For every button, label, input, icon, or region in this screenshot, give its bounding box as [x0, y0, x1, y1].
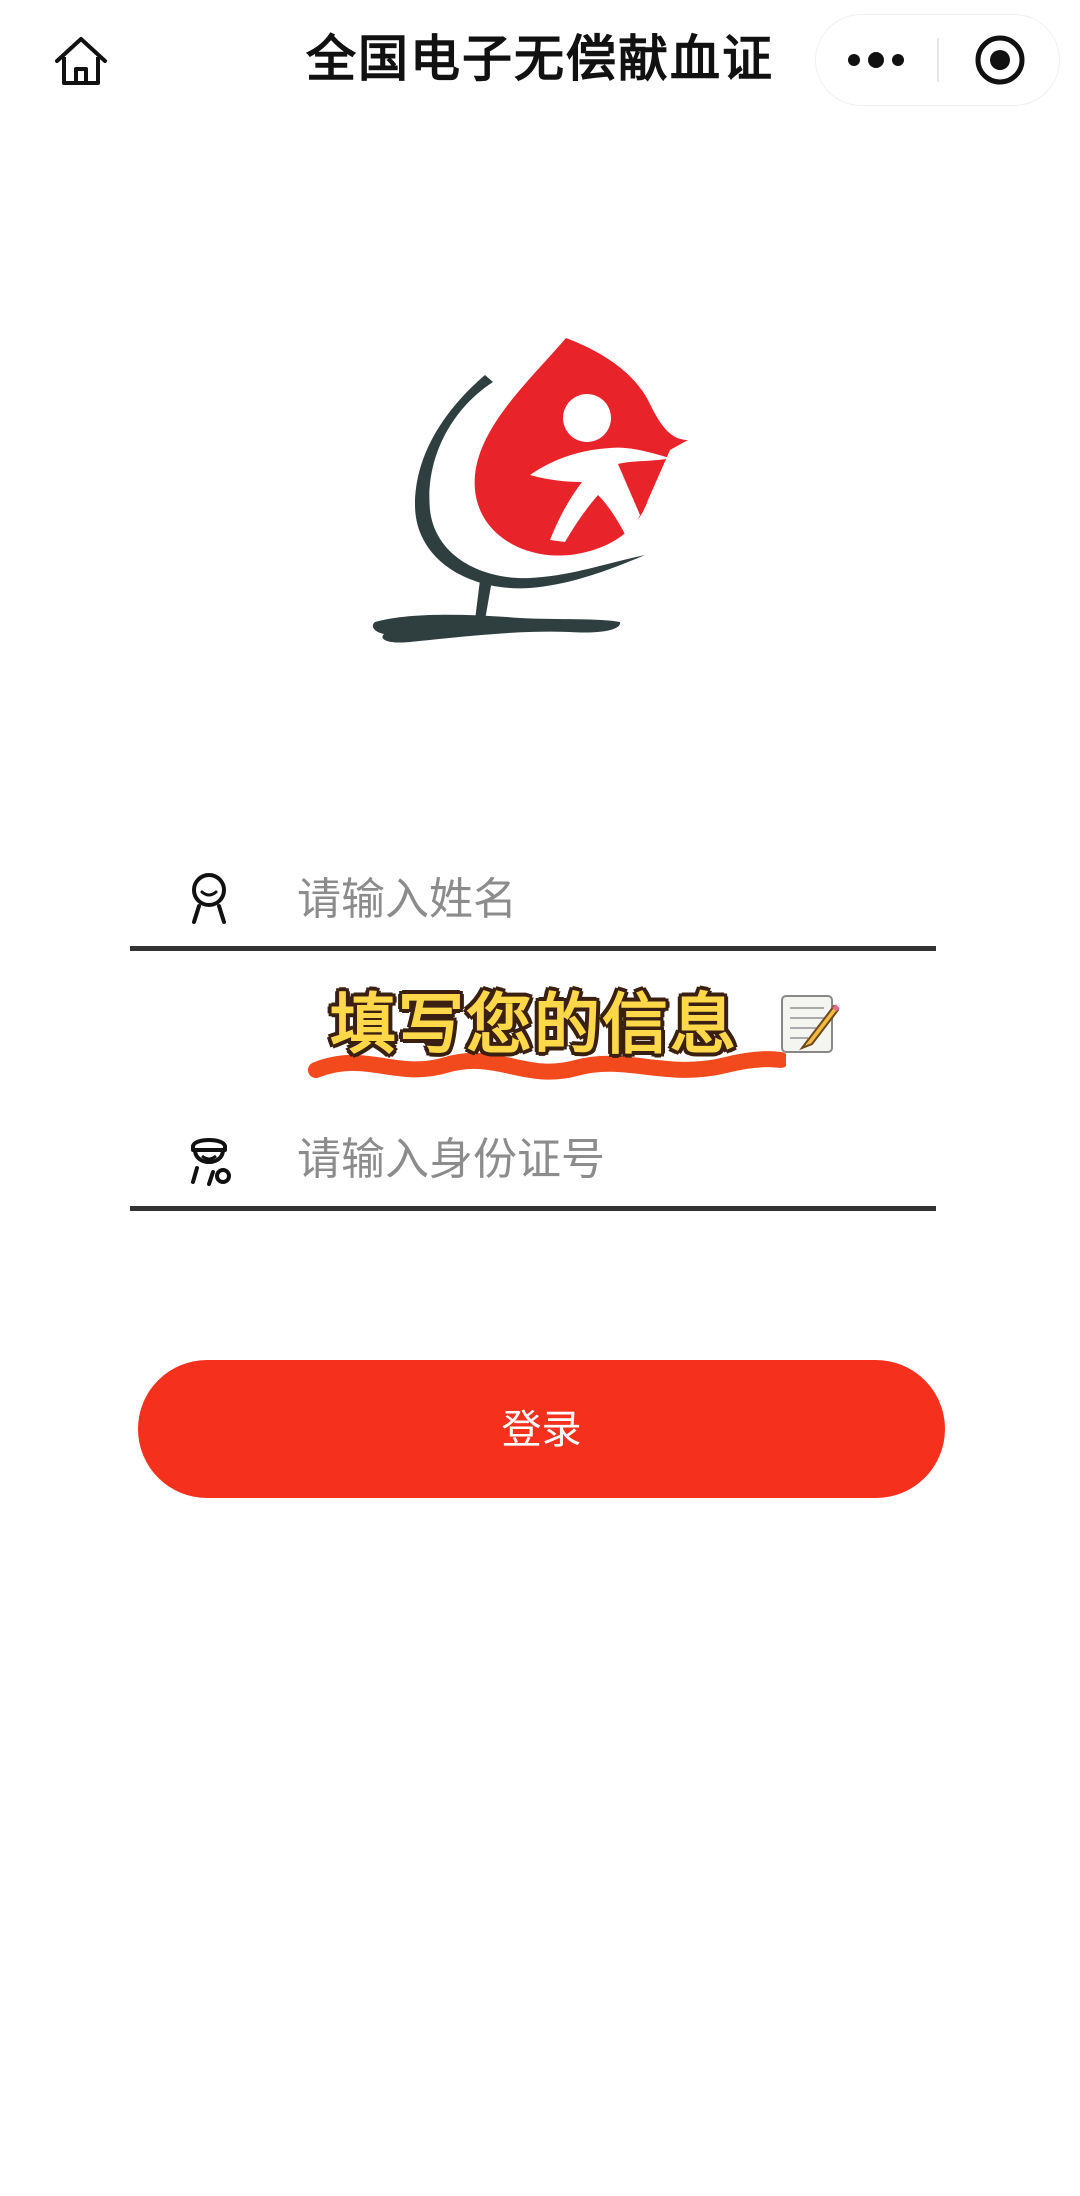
id-card-person-icon [191, 1138, 231, 1186]
banner-text: 填写您的信息 [330, 986, 738, 1063]
name-input[interactable] [295, 860, 899, 938]
home-button[interactable] [45, 25, 117, 97]
more-dots-icon [848, 52, 904, 68]
page-title: 全国电子无偿献血证 [306, 30, 774, 88]
home-icon [55, 37, 107, 85]
memo-pencil-icon [781, 995, 840, 1053]
id-number-input[interactable] [295, 1120, 899, 1198]
name-field [130, 850, 936, 951]
record-target-icon [975, 35, 1024, 85]
top-nav-bar: 全国电子无偿献血证 [0, 0, 1080, 120]
user-face-icon [192, 873, 226, 924]
mini-program-capsule [815, 14, 1060, 106]
login-button[interactable]: 登录 [138, 1360, 945, 1498]
close-button[interactable] [939, 14, 1060, 106]
blood-donation-logo [372, 338, 688, 643]
fill-info-banner: 填写您的信息 [300, 980, 860, 1090]
id-number-field [130, 1110, 936, 1211]
more-button[interactable] [815, 14, 937, 106]
